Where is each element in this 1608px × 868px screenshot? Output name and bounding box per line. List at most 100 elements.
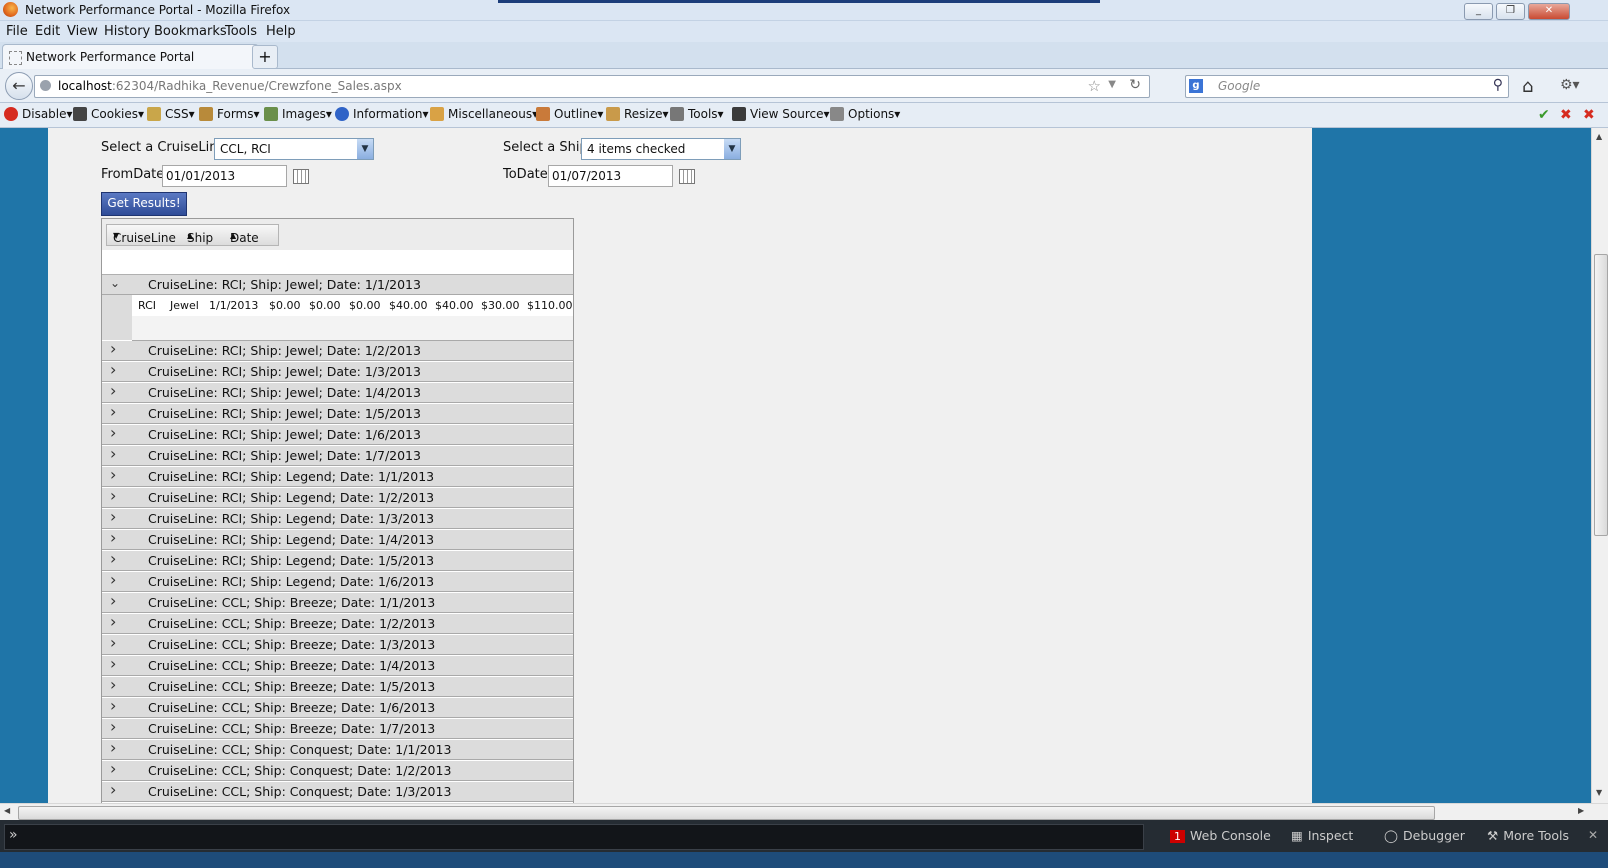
- web-console-button[interactable]: 1 Web Console: [1170, 828, 1271, 843]
- menu-view[interactable]: View: [67, 24, 98, 39]
- inspect-button[interactable]: ▦ Inspect: [1291, 828, 1353, 843]
- search-box[interactable]: g Google ⚲: [1185, 75, 1509, 98]
- group-row-expanded[interactable]: ⌄ CruiseLine: RCI; Ship: Jewel; Date: 1/…: [102, 275, 573, 295]
- chevron-down-icon[interactable]: ▼: [724, 139, 740, 159]
- expand-chevron-icon[interactable]: ›: [110, 423, 116, 442]
- group-row[interactable]: › CruiseLine: RCI; Ship: Jewel; Date: 1/3…: [102, 360, 573, 382]
- tab-network-performance-portal[interactable]: Network Performance Portal: [2, 44, 259, 69]
- group-row[interactable]: › CruiseLine: CCL; Ship: Breeze; Date: 1/…: [102, 717, 573, 739]
- expand-chevron-icon[interactable]: ›: [110, 486, 116, 505]
- group-row[interactable]: › CruiseLine: RCI; Ship: Legend; Date: 1/…: [102, 528, 573, 550]
- debugger-button[interactable]: ◯ Debugger: [1384, 828, 1465, 843]
- todate-input[interactable]: 01/07/2013: [548, 165, 673, 187]
- new-tab-button[interactable]: +: [252, 45, 278, 69]
- scroll-left-icon[interactable]: ◀: [4, 806, 10, 815]
- home-icon[interactable]: ⌂: [1522, 76, 1533, 97]
- menu-bookmarks[interactable]: Bookmarks: [154, 24, 227, 39]
- devbar-options[interactable]: Options▾: [830, 107, 900, 121]
- group-row[interactable]: › CruiseLine: RCI; Ship: Legend; Date: 1/…: [102, 465, 573, 487]
- group-row[interactable]: › CruiseLine: CCL; Ship: Breeze; Date: 1/…: [102, 633, 573, 655]
- scroll-down-icon[interactable]: ▼: [1596, 788, 1602, 797]
- group-row[interactable]: › CruiseLine: RCI; Ship: Legend; Date: 1/…: [102, 507, 573, 529]
- group-row[interactable]: › CruiseLine: RCI; Ship: Jewel; Date: 1/6…: [102, 423, 573, 445]
- devbar-miscellaneous[interactable]: Miscellaneous▾: [430, 107, 538, 121]
- group-row[interactable]: › CruiseLine: CCL; Ship: Breeze; Date: 1/…: [102, 591, 573, 613]
- data-row[interactable]: RCI Jewel 1/1/2013 $0.00 $0.00 $0.00 $40…: [132, 295, 573, 316]
- maximize-button[interactable]: ❐: [1496, 3, 1525, 20]
- reload-icon[interactable]: ↻: [1129, 77, 1141, 93]
- devbar-outline[interactable]: Outline▾: [536, 107, 603, 121]
- url-text[interactable]: localhost:62304/Radhika_Revenue/Crewzfon…: [58, 79, 402, 93]
- expand-chevron-icon[interactable]: ›: [110, 591, 116, 610]
- devbar-resize[interactable]: Resize▾: [606, 107, 668, 121]
- devbar-tools[interactable]: Tools▾: [670, 107, 724, 121]
- filter-row[interactable]: [102, 250, 573, 275]
- google-engine-icon[interactable]: g: [1189, 79, 1203, 93]
- chevron-down-icon[interactable]: ▼: [357, 139, 373, 159]
- calendar-icon[interactable]: [293, 169, 309, 184]
- vertical-scrollbar[interactable]: ▲ ▼: [1591, 128, 1608, 803]
- expand-chevron-icon[interactable]: ›: [110, 612, 116, 631]
- devbar-css[interactable]: CSS▾: [147, 107, 195, 121]
- close-toolbar-icon[interactable]: ✖: [1583, 107, 1595, 123]
- expand-chevron-icon[interactable]: ›: [110, 675, 116, 694]
- horizontal-scrollbar[interactable]: ◀ ▶: [0, 803, 1608, 821]
- expand-chevron-icon[interactable]: ›: [110, 696, 116, 715]
- cruiseline-select[interactable]: CCL, RCI ▼: [214, 138, 374, 160]
- scroll-up-icon[interactable]: ▲: [1596, 132, 1602, 141]
- expand-chevron-icon[interactable]: ›: [110, 633, 116, 652]
- devbar-images[interactable]: Images▾: [264, 107, 332, 121]
- valid-check-icon[interactable]: ✔: [1538, 107, 1550, 123]
- group-row[interactable]: › CruiseLine: CCL; Ship: Breeze; Date: 1/…: [102, 696, 573, 718]
- expand-chevron-icon[interactable]: ›: [110, 339, 116, 358]
- expand-chevron-icon[interactable]: ›: [110, 654, 116, 673]
- close-window-button[interactable]: ✕: [1528, 3, 1570, 20]
- scroll-right-icon[interactable]: ▶: [1578, 806, 1584, 815]
- menu-file[interactable]: File: [6, 24, 28, 39]
- expand-chevron-icon[interactable]: ›: [110, 759, 116, 778]
- get-results-button[interactable]: Get Results!: [101, 192, 187, 216]
- close-devtools-icon[interactable]: ✕: [1588, 828, 1598, 842]
- minimize-button[interactable]: _: [1464, 3, 1493, 20]
- collapse-chevron-icon[interactable]: ⌄: [110, 276, 120, 290]
- group-row[interactable]: › CruiseLine: CCL; Ship: Breeze; Date: 1/…: [102, 612, 573, 634]
- menu-help[interactable]: Help: [266, 24, 296, 39]
- url-dropdown-icon[interactable]: ▼: [1108, 79, 1116, 90]
- group-row[interactable]: › CruiseLine: CCL; Ship: Breeze; Date: 1/…: [102, 654, 573, 676]
- calendar-icon[interactable]: [679, 169, 695, 184]
- group-row[interactable]: › CruiseLine: CCL; Ship: Conquest; Date: …: [102, 759, 573, 781]
- expand-chevron-icon[interactable]: ›: [110, 738, 116, 757]
- devbar-view-source[interactable]: View Source▾: [732, 107, 830, 121]
- command-line-input[interactable]: [4, 824, 1144, 850]
- group-row[interactable]: › CruiseLine: RCI; Ship: Jewel; Date: 1/2…: [102, 339, 573, 361]
- expand-chevron-icon[interactable]: ›: [110, 507, 116, 526]
- vertical-scroll-thumb[interactable]: [1594, 254, 1608, 536]
- expand-chevron-icon[interactable]: ›: [110, 549, 116, 568]
- addon-menu-icon[interactable]: ⚙▾: [1560, 77, 1580, 93]
- expand-chevron-icon[interactable]: ›: [110, 444, 116, 463]
- expand-chevron-icon[interactable]: ›: [110, 360, 116, 379]
- group-row[interactable]: › CruiseLine: CCL; Ship: Conquest; Date: …: [102, 780, 573, 802]
- group-row[interactable]: › CruiseLine: RCI; Ship: Legend; Date: 1/…: [102, 549, 573, 571]
- expand-chevron-icon[interactable]: ›: [110, 381, 116, 400]
- expand-chevron-icon[interactable]: ›: [110, 528, 116, 547]
- group-row[interactable]: › CruiseLine: RCI; Ship: Legend; Date: 1/…: [102, 486, 573, 508]
- group-row[interactable]: › CruiseLine: CCL; Ship: Conquest; Date: …: [102, 738, 573, 760]
- menu-edit[interactable]: Edit: [35, 24, 60, 39]
- expand-chevron-icon[interactable]: ›: [110, 570, 116, 589]
- url-bar[interactable]: localhost:62304/Radhika_Revenue/Crewzfon…: [34, 75, 1150, 98]
- menu-history[interactable]: History: [104, 24, 150, 39]
- fromdate-input[interactable]: 01/01/2013: [162, 165, 287, 187]
- menu-tools[interactable]: Tools: [225, 24, 257, 39]
- expand-chevron-icon[interactable]: ›: [110, 402, 116, 421]
- expand-chevron-icon[interactable]: ›: [110, 465, 116, 484]
- devbar-cookies[interactable]: Cookies▾: [73, 107, 144, 121]
- devbar-information[interactable]: Information▾: [335, 107, 429, 121]
- back-arrow-icon[interactable]: ←: [5, 72, 33, 100]
- expand-chevron-icon[interactable]: ›: [110, 780, 116, 799]
- group-row[interactable]: › CruiseLine: RCI; Ship: Legend; Date: 1/…: [102, 570, 573, 592]
- ship-select[interactable]: 4 items checked ▼: [581, 138, 741, 160]
- search-icon[interactable]: ⚲: [1493, 77, 1503, 93]
- group-row[interactable]: › CruiseLine: RCI; Ship: Jewel; Date: 1/4…: [102, 381, 573, 403]
- group-row[interactable]: › CruiseLine: CCL; Ship: Breeze; Date: 1/…: [102, 675, 573, 697]
